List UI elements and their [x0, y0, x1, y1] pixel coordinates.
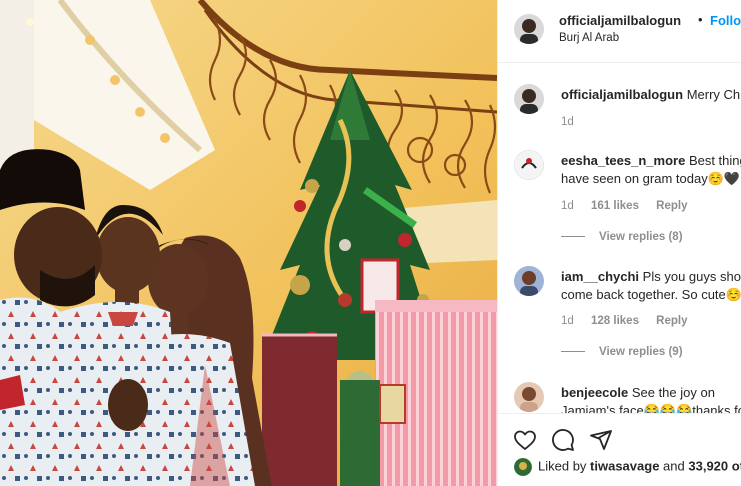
liked-by-prefix: Liked by	[538, 458, 587, 474]
replies-line	[561, 236, 585, 238]
view-replies-label: View replies (8)	[599, 231, 683, 243]
commenter-avatar[interactable]	[514, 150, 544, 180]
author-username[interactable]: officialjamilbalogun	[559, 13, 681, 28]
post-side-panel: officialjamilbalogun • Follow Burj Al Ar…	[497, 0, 741, 486]
follow-button[interactable]: Follow	[710, 13, 741, 28]
likes-count[interactable]: 33,920	[688, 458, 728, 473]
view-replies-label: View replies (9)	[599, 346, 683, 358]
caption-author-avatar[interactable]	[514, 84, 544, 114]
avatar-image	[514, 84, 544, 114]
comment-item: iam__chychi Pls you guys should come bac…	[498, 266, 741, 366]
avatar-image	[514, 266, 544, 296]
location-link[interactable]: Burj Al Arab	[559, 32, 619, 44]
christmas-family-photo	[0, 0, 497, 486]
reply-button[interactable]: Reply	[656, 315, 687, 327]
comment-likes[interactable]: 161 likes	[591, 200, 639, 212]
replies-line	[561, 351, 585, 353]
comment-item: eesha_tees_n_more Best thing I have seen…	[498, 150, 741, 250]
comment-icon[interactable]	[551, 428, 575, 452]
comment-likes[interactable]: 128 likes	[591, 315, 639, 327]
caption-text-line: officialjamilbalogun Merry Chr	[561, 86, 741, 104]
comment-meta: 1d 161 likes Reply	[561, 200, 702, 212]
liker-avatar[interactable]	[514, 458, 532, 476]
comment-text-line: eesha_tees_n_more Best thing I have seen…	[561, 152, 741, 188]
send-icon[interactable]	[589, 428, 613, 452]
liked-by-user[interactable]: tiwasavage	[590, 458, 659, 473]
comment-username[interactable]: benjeecole	[561, 385, 628, 400]
caption-time[interactable]: 1d	[561, 116, 574, 128]
commenter-avatar[interactable]	[514, 266, 544, 296]
comment-meta: 1d 128 likes Reply	[561, 315, 702, 327]
reply-button[interactable]: Reply	[656, 200, 687, 212]
comment-text-line: iam__chychi Pls you guys should come bac…	[561, 268, 741, 304]
liked-by-and: and	[663, 458, 685, 474]
avatar-image	[514, 458, 532, 476]
comment-time[interactable]: 1d	[561, 200, 574, 212]
avatar-image	[514, 150, 544, 180]
comment-username[interactable]: eesha_tees_n_more	[561, 153, 685, 168]
caption-block: officialjamilbalogun Merry Chr 1d	[498, 84, 741, 144]
view-replies-button[interactable]: View replies (9)	[561, 346, 683, 358]
heart-icon[interactable]	[513, 428, 537, 452]
avatar-image	[514, 14, 544, 44]
comment-time[interactable]: 1d	[561, 315, 574, 327]
caption-text: Merry Chr	[686, 87, 741, 102]
author-avatar[interactable]	[514, 14, 544, 44]
avatar-image	[514, 382, 544, 412]
post-header: officialjamilbalogun • Follow Burj Al Ar…	[498, 0, 741, 63]
comment-username[interactable]: iam__chychi	[561, 269, 639, 284]
separator-dot: •	[698, 12, 703, 27]
commenter-avatar[interactable]	[514, 382, 544, 412]
view-replies-button[interactable]: View replies (8)	[561, 231, 683, 243]
liked-by-line: Liked by tiwasavage and 33,920 ot	[514, 458, 741, 476]
instagram-post-view: officialjamilbalogun • Follow Burj Al Ar…	[0, 0, 741, 486]
caption-meta: 1d	[561, 116, 588, 128]
liked-by-suffix: ot	[731, 458, 741, 474]
post-photo[interactable]	[0, 0, 497, 486]
caption-username[interactable]: officialjamilbalogun	[561, 87, 683, 102]
